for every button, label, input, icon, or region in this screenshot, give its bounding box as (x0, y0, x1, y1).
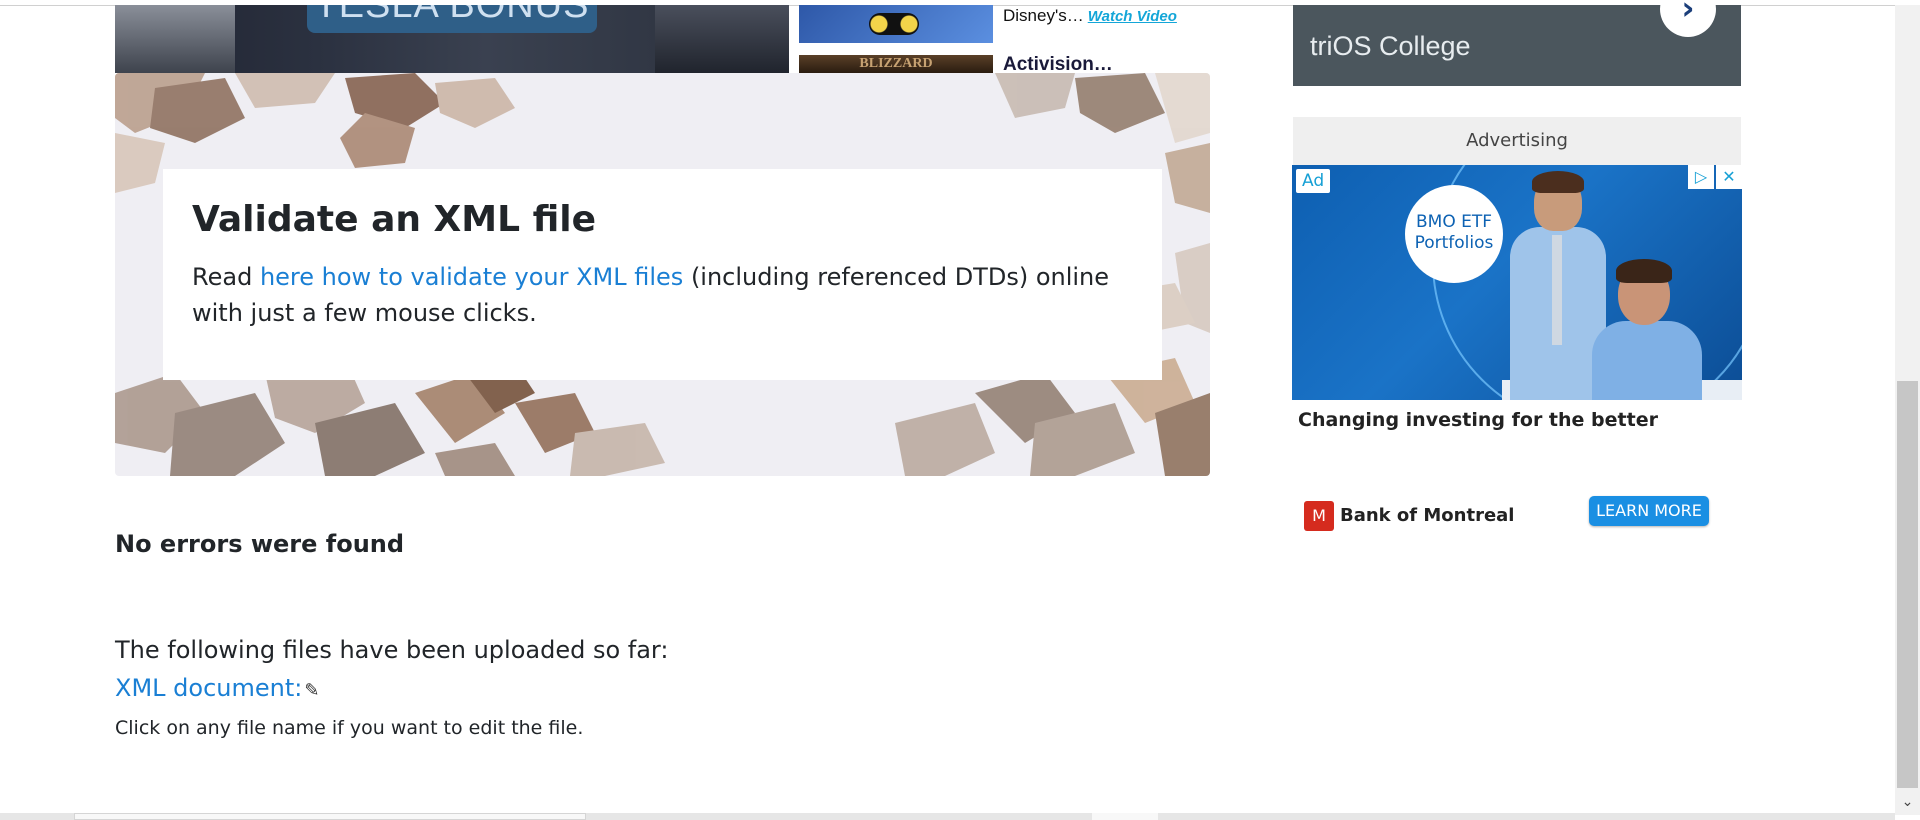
uploaded-files-heading: The following files have been uploaded s… (115, 636, 669, 664)
advertising-label: Advertising (1293, 117, 1741, 165)
xml-document-link[interactable]: XML document: ✎ (115, 674, 319, 702)
hero-card: Validate an XML file Read here how to va… (163, 169, 1162, 380)
horizontal-scrollbar[interactable] (0, 813, 1895, 820)
validation-result: No errors were found (115, 530, 405, 558)
video-title-disney: Disney's… Watch Video (1003, 5, 1177, 28)
ad-figure-part (1532, 171, 1584, 193)
ad-figure-part (1616, 259, 1672, 283)
video-title-text: Disney's… (1003, 6, 1084, 25)
ad-caption[interactable]: Changing investing for the better (1298, 409, 1658, 431)
validate-xml-banner: Validate an XML file Read here how to va… (115, 73, 1210, 476)
chevron-right-icon[interactable]: › (1660, 0, 1716, 37)
ad-choices-icon[interactable]: ▷ (1688, 165, 1714, 189)
close-icon[interactable]: ✕ (1716, 165, 1742, 189)
ad-figure-part (1552, 235, 1562, 345)
pencil-icon[interactable]: ✎ (304, 680, 319, 701)
trios-college-ad[interactable]: triOS College › (1293, 0, 1741, 86)
ad-figure (1510, 171, 1606, 400)
thumbnail-figure (869, 13, 919, 35)
hero-text: Read here how to validate your XML files… (192, 259, 1122, 331)
ad-figure-part (1592, 321, 1702, 400)
chevron-down-icon[interactable]: ⌄ (1895, 790, 1920, 815)
video-thumbnail-activision[interactable]: BLIZZARD (799, 55, 993, 73)
scrollbar-segment (1092, 813, 1158, 820)
hero-title: Validate an XML file (192, 199, 597, 240)
bmo-logo-icon: M (1304, 501, 1334, 531)
ad-badge: Ad (1296, 169, 1331, 193)
thumbnail-figure (115, 5, 235, 73)
watch-video-link[interactable]: Watch Video (1088, 8, 1177, 25)
advertiser-name[interactable]: Bank of Montreal (1340, 505, 1514, 526)
video-thumbnail-disney[interactable] (799, 5, 993, 43)
scrollbar-thumb[interactable] (74, 813, 586, 820)
video-thumbnail-main[interactable]: TESLA BONUS (115, 5, 789, 73)
learn-more-button[interactable]: LEARN MORE (1589, 496, 1709, 526)
scrollbar-thumb[interactable] (1897, 381, 1918, 788)
ad-controls: ▷ ✕ (1686, 165, 1742, 189)
video-caption: TESLA BONUS (307, 5, 597, 33)
validate-howto-link[interactable]: here how to validate your XML files (260, 263, 683, 291)
bmo-ad-image[interactable]: BMO ETF Portfolios Ad ▷ ✕ (1292, 165, 1742, 400)
ad-bubble: BMO ETF Portfolios (1405, 185, 1503, 283)
trios-label: triOS College (1310, 31, 1471, 61)
xml-document-link-label: XML document: (115, 674, 303, 702)
ad-figure (1592, 259, 1702, 400)
edit-hint: Click on any file name if you want to ed… (115, 717, 584, 739)
vertical-scrollbar[interactable]: ⌄ (1895, 5, 1920, 815)
hero-text-before: Read (192, 263, 260, 291)
thumbnail-figure (655, 5, 789, 73)
